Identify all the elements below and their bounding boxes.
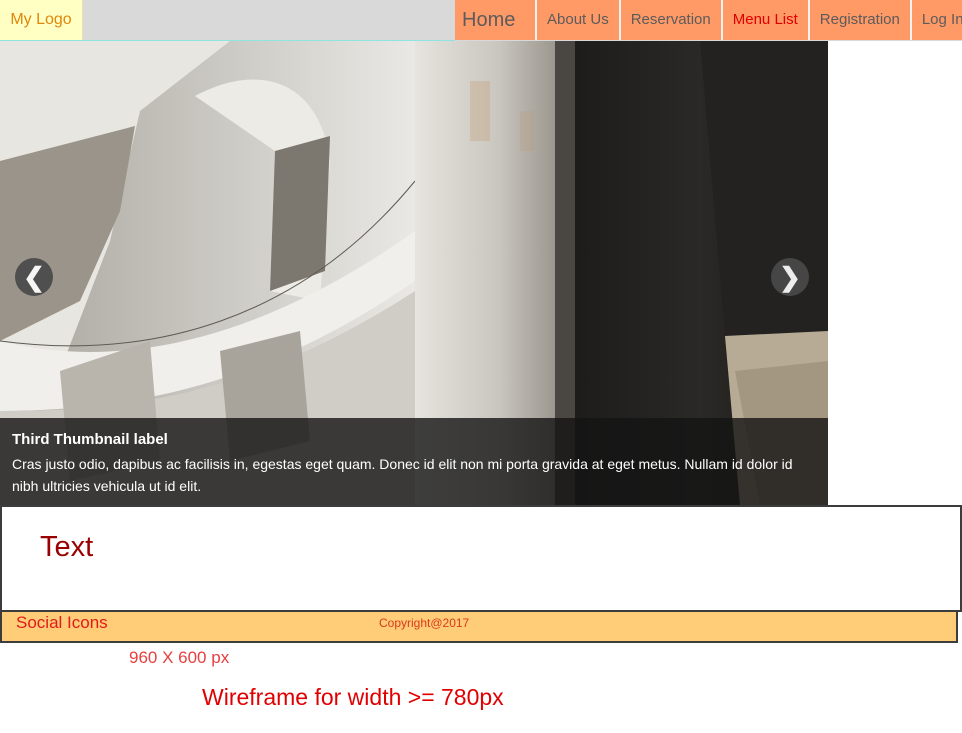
caption-text: Cras justo odio, dapibus ac facilisis in… bbox=[12, 456, 793, 494]
nav-registration[interactable]: Registration bbox=[809, 0, 912, 40]
wireframe-annotation: Wireframe for width >= 780px bbox=[202, 684, 504, 710]
footer: Social Icons Copyright@2017 bbox=[0, 610, 958, 643]
nav-reservation[interactable]: Reservation bbox=[620, 0, 723, 40]
image-carousel: ❮ ❯ Third Thumbnail label Cras justo odi… bbox=[0, 41, 828, 505]
social-icons-placeholder[interactable]: Social Icons bbox=[16, 612, 108, 634]
carousel-next-button[interactable]: ❯ bbox=[771, 258, 809, 296]
carousel-caption: Third Thumbnail label Cras justo odio, d… bbox=[0, 418, 828, 505]
carousel-prev-button[interactable]: ❮ bbox=[15, 258, 53, 296]
caption-title: Third Thumbnail label bbox=[12, 431, 168, 448]
site-logo[interactable]: My Logo bbox=[0, 0, 83, 40]
nav-menu-list[interactable]: Menu List bbox=[722, 0, 810, 40]
text-section-label: Text bbox=[40, 531, 94, 563]
size-annotation: 960 X 600 px bbox=[129, 648, 230, 667]
nav-log-in[interactable]: Log In bbox=[911, 0, 962, 40]
text-section: Text bbox=[0, 505, 962, 612]
top-navbar: My Logo Home About Us Reservation Menu L… bbox=[0, 0, 962, 41]
nav-home[interactable]: Home bbox=[455, 0, 537, 40]
nav-about-us[interactable]: About Us bbox=[537, 0, 621, 40]
main-nav: Home About Us Reservation Menu List Regi… bbox=[455, 0, 962, 40]
copyright-text: Copyright@2017 bbox=[379, 616, 470, 630]
